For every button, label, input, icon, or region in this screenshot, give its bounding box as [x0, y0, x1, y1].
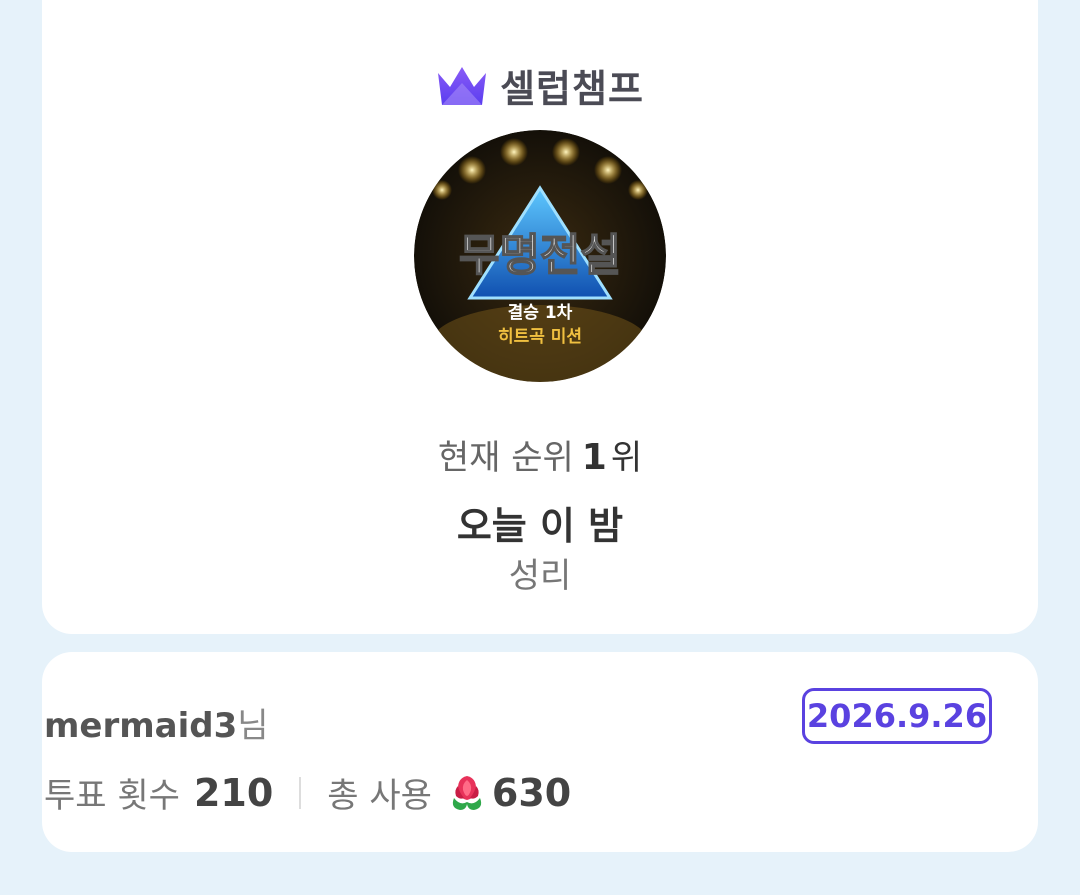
- flower-icon: [452, 775, 482, 810]
- brand-header: 셀럽챔프: [42, 58, 1038, 113]
- user-vote-summary: [42, 652, 1038, 852]
- rank-label: 현재 순위: [437, 438, 574, 478]
- vote-result-card: 셀럽챔프 무명전설 결승 1차 히트곡 미션 현재 순위 1 위 오늘 이 밤 …: [42, 0, 1038, 634]
- rank-value: 1: [581, 437, 607, 478]
- date-badge: 2026.9.26: [802, 688, 992, 744]
- song-title: 오늘 이 밤: [456, 504, 624, 548]
- used-value: 630: [491, 770, 572, 815]
- username-suffix: 님: [237, 706, 269, 746]
- votes-label: 투표 횟수: [44, 776, 180, 816]
- used-label: 총 사용: [327, 776, 432, 816]
- vote-stats: 투표 횟수 210 총 사용 630: [44, 768, 571, 817]
- crown-icon: [438, 66, 487, 105]
- current-rank: 현재 순위 1 위: [42, 430, 1038, 479]
- poster-title: 무명전설: [459, 230, 621, 281]
- poster-subtitle-1: 결승 1차: [508, 303, 573, 323]
- artist-name: 성리: [508, 556, 572, 596]
- user-greeting: mermaid3님: [44, 698, 269, 747]
- username: mermaid3: [44, 706, 238, 746]
- brand-name: 셀럽챔프: [500, 67, 644, 111]
- votes-value: 210: [193, 770, 274, 815]
- rank-unit: 위: [610, 438, 643, 478]
- show-poster: 무명전설 결승 1차 히트곡 미션: [414, 130, 666, 382]
- stats-divider: [299, 776, 302, 809]
- poster-subtitle-2: 히트곡 미션: [498, 327, 582, 347]
